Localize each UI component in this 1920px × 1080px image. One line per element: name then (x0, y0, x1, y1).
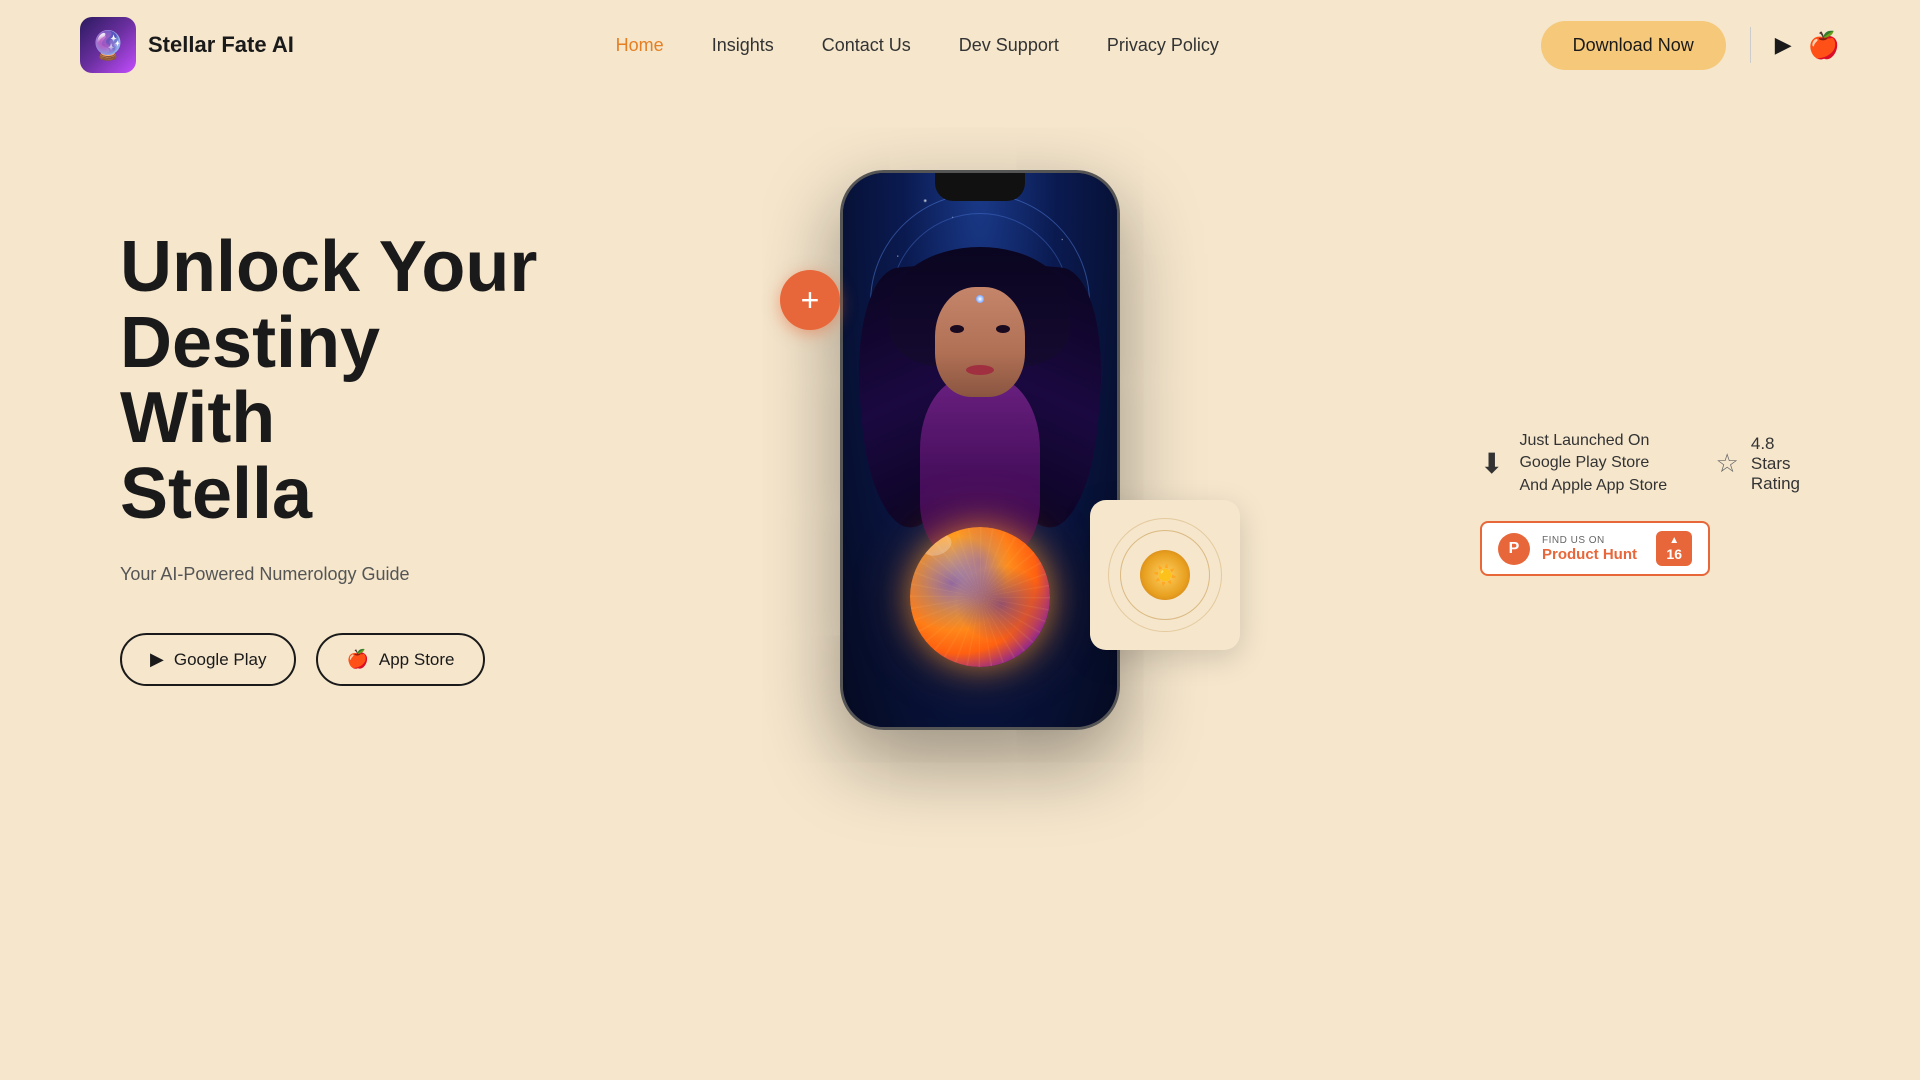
plus-button[interactable]: + (780, 270, 840, 330)
woman-figure (850, 247, 1110, 727)
nav-divider (1750, 27, 1751, 63)
ph-label: FIND US ON (1542, 535, 1644, 546)
hero-subtitle: Your AI-Powered Numerology Guide (120, 564, 540, 585)
phone-wrapper: + (840, 170, 1120, 730)
eye-right (996, 325, 1010, 333)
nav-home[interactable]: Home (616, 35, 664, 55)
phone-frame (840, 170, 1120, 730)
app-store-button[interactable]: 🍎 App Store (316, 633, 484, 686)
store-buttons: ▶ Google Play 🍎 App Store (120, 633, 540, 686)
apple-icon: 🍎 (346, 649, 368, 670)
ph-count: ▲ 16 (1656, 531, 1692, 566)
nav-store-icons: ▶ 🍎 (1775, 30, 1840, 61)
launch-text: Just Launched On Google Play Store And A… (1519, 430, 1675, 497)
lips (966, 365, 994, 375)
sun-circle: ☀️ (1140, 550, 1190, 600)
globe (910, 527, 1050, 667)
left-content: Unlock Your Destiny With Stella Your AI-… (120, 150, 540, 686)
android-nav-icon[interactable]: ▶ (1775, 32, 1792, 58)
rating-row: ☆ 4.8 Stars Rating (1716, 434, 1800, 494)
brand-logo: 🔮 (80, 17, 136, 73)
launch-info: ⬇ Just Launched On Google Play Store And… (1480, 430, 1800, 576)
nav-insights[interactable]: Insights (712, 35, 774, 55)
brand-link[interactable]: 🔮 Stellar Fate AI (80, 17, 294, 73)
android-icon: ▶ (150, 649, 164, 670)
apple-nav-icon[interactable]: 🍎 (1808, 30, 1840, 61)
right-content: ⬇ Just Launched On Google Play Store And… (1420, 150, 1800, 576)
nav-dev-support[interactable]: Dev Support (959, 35, 1059, 55)
main-content: Unlock Your Destiny With Stella Your AI-… (0, 90, 1920, 1080)
star-icon: ☆ (1716, 448, 1739, 479)
launch-row: ⬇ Just Launched On Google Play Store And… (1480, 430, 1676, 497)
forehead-gem (976, 295, 984, 303)
face (935, 287, 1025, 397)
nav-right: Download Now ▶ 🍎 (1541, 21, 1840, 70)
launch-divider: ⬇ Just Launched On Google Play Store And… (1480, 430, 1800, 497)
eye-left (950, 325, 964, 333)
sun-symbol: ☀️ (1120, 530, 1210, 620)
center-content: + (540, 150, 1420, 730)
ph-name: Product Hunt (1542, 546, 1644, 563)
nav-privacy[interactable]: Privacy Policy (1107, 35, 1219, 55)
product-hunt-badge[interactable]: P FIND US ON Product Hunt ▲ 16 (1480, 521, 1710, 576)
google-play-button[interactable]: ▶ Google Play (120, 633, 296, 686)
nav-contact[interactable]: Contact Us (822, 35, 911, 55)
sun-card: ☀️ (1090, 500, 1240, 650)
brand-name: Stellar Fate AI (148, 32, 294, 58)
nav-links: Home Insights Contact Us Dev Support Pri… (616, 35, 1219, 56)
ph-text-block: FIND US ON Product Hunt (1542, 535, 1644, 563)
eyes (950, 325, 1010, 333)
download-icon: ⬇ (1480, 447, 1503, 480)
rating-text: 4.8 Stars Rating (1751, 434, 1800, 494)
phone-screen (843, 173, 1117, 727)
navbar: 🔮 Stellar Fate AI Home Insights Contact … (0, 0, 1920, 90)
download-now-button[interactable]: Download Now (1541, 21, 1726, 70)
ph-number: 16 (1666, 546, 1682, 562)
ph-arrow-icon: ▲ (1669, 535, 1679, 546)
phone-notch (935, 173, 1025, 201)
hero-title: Unlock Your Destiny With Stella (120, 230, 540, 532)
product-hunt-logo: P (1498, 533, 1530, 565)
